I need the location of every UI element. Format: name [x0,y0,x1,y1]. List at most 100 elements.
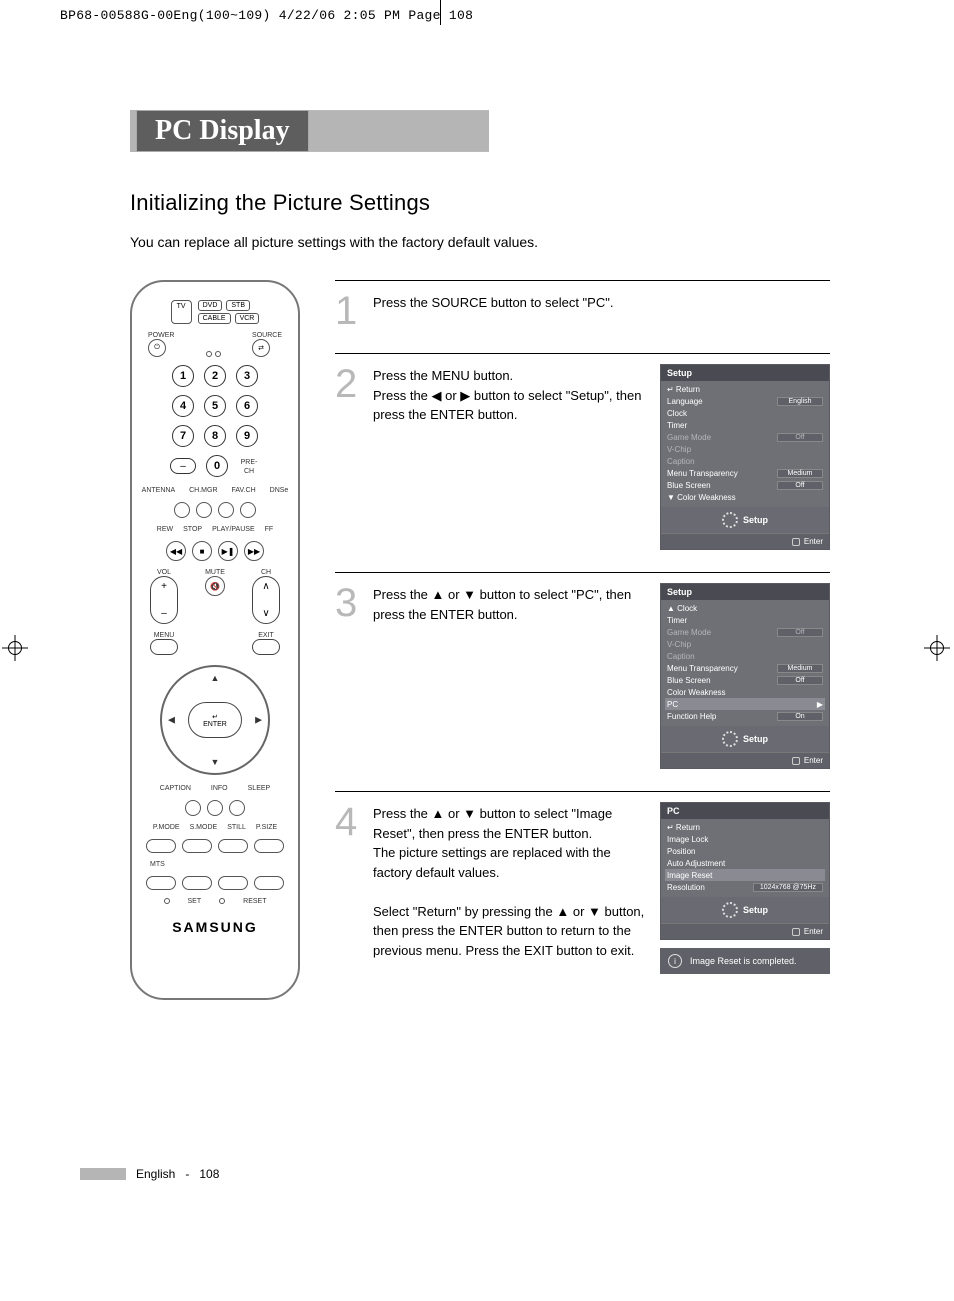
step-text: Press the ▲ or ▼ button to select "PC", … [373,583,652,624]
osd-row-value: Off [777,676,823,685]
osd-row-label: Clock [667,409,687,418]
osd-row-label: Blue Screen [667,676,711,685]
footer-sep: - [185,1167,189,1181]
remote-vol: VOL [150,569,178,576]
osd-row: Menu TransparencyMedium [665,467,825,479]
step-number: 4 [335,802,365,842]
osd-row-value: Off [777,433,823,442]
remote-info: INFO [211,785,228,792]
osd-row-label: ↵ Return [667,385,700,394]
remote-4: 4 [172,395,194,417]
osd-row-label: Resolution [667,883,705,892]
enter-icon [792,538,800,546]
osd-enter-label: Enter [804,537,823,546]
remote-dnse: DNSe [270,487,289,494]
osd-row: Timer [665,419,825,431]
remote-6: 6 [236,395,258,417]
remote-ff: FF [265,526,274,533]
print-header: BP68-00588G-00Eng(100~109) 4/22/06 2:05 … [60,8,473,23]
right-arrow-icon: ▶ [255,715,262,726]
osd-row-label: V-Chip [667,640,691,649]
step-number: 3 [335,583,365,623]
osd-row-label: Timer [667,616,687,625]
up-arrow-icon: ▲ [211,673,220,683]
osd-row-label: ↵ Return [667,823,700,832]
osd-row: Caption [665,455,825,467]
osd-row: Game Mode Off [665,431,825,443]
osd-row-label: Menu Transparency [667,469,738,478]
remote-0: 0 [206,455,228,477]
step-text: Press the ▲ or ▼ button to select "Image… [373,802,652,960]
remote-caption: CAPTION [160,785,191,792]
step-4: 4 Press the ▲ or ▼ button to select "Ima… [335,791,830,996]
osd-row-label: Game Mode [667,628,711,637]
remote-mts: MTS [150,861,165,868]
remote-dash: – [170,458,196,474]
remote-rew: REW [157,526,173,533]
osd-row-label: Color Weakness [667,688,726,697]
osd-enter-label: Enter [804,927,823,936]
osd-row-value: On [777,712,823,721]
remote-stop: STOP [183,526,202,533]
osd-row: Caption [665,650,825,662]
remote-still: STILL [227,824,246,831]
source-icon: ⇄ [252,339,270,357]
osd-enter-label: Enter [804,756,823,765]
remote-7: 7 [172,425,194,447]
remote-smode: S.MODE [190,824,218,831]
rew-icon: ◀◀ [166,541,186,561]
remote-1: 1 [172,365,194,387]
registration-mark [924,635,950,661]
remote-ch: CH [252,569,280,576]
crop-mark [440,0,441,25]
section-header-bar: PC Display [130,110,830,152]
osd-row: Resolution1024x768 @75Hz [665,881,825,893]
osd-pc-menu: PC ↵ ReturnImage LockPositionAuto Adjust… [660,802,830,940]
osd-footer-label: Setup [743,515,768,525]
remote-mute-label: MUTE [205,569,225,576]
enter-icon [792,757,800,765]
left-arrow-icon: ◀ [168,715,175,726]
toast-text: Image Reset is completed. [690,956,797,966]
osd-row: Image Reset [665,869,825,881]
osd-row-label: Game Mode [667,433,711,442]
exit-button [252,639,280,655]
step-text: Press the MENU button. Press the ◀ or ▶ … [373,364,652,425]
intro-text: You can replace all picture settings wit… [130,234,830,250]
remote-control-illustration: TV DVDSTB CABLEVCR POWER⏻ SOURCE⇄ 123 45… [130,280,300,1000]
gear-icon [722,902,738,918]
remote-power-label: POWER [148,332,174,339]
osd-row: Blue Screen Off [665,479,825,491]
osd-title: Setup [661,365,829,381]
remote-psize: P.SIZE [256,824,277,831]
remote-3: 3 [236,365,258,387]
osd-row-label: Caption [667,652,695,661]
remote-9: 9 [236,425,258,447]
osd-title: Setup [661,584,829,600]
footer-chip [80,1168,126,1180]
step-number: 1 [335,291,365,331]
osd-row-label: Timer [667,421,687,430]
osd-row-label: Blue Screen [667,481,711,490]
osd-row: V-Chip [665,638,825,650]
menu-button [150,639,178,655]
remote-prech: PRE-CH [241,459,258,475]
footer-page-number: 108 [199,1167,219,1181]
osd-row-value: Off [777,481,823,490]
osd-row: V-Chip [665,443,825,455]
volume-rocker: +– [150,576,178,624]
remote-pmode: P.MODE [153,824,180,831]
osd-toast: iImage Reset is completed. [660,948,830,974]
remote-stb: STB [226,300,250,311]
remote-dvd: DVD [198,300,223,311]
osd-row: ↵ Return [665,821,825,833]
step-text: Press the SOURCE button to select "PC". [373,291,830,313]
step-3: 3 Press the ▲ or ▼ button to select "PC"… [335,572,830,791]
osd-row-label: V-Chip [667,445,691,454]
remote-cable: CABLE [198,313,231,324]
osd-row-value: Medium [777,664,823,673]
osd-row: PC▶ [665,698,825,710]
gear-icon [722,731,738,747]
step-number: 2 [335,364,365,404]
osd-row: LanguageEnglish [665,395,825,407]
